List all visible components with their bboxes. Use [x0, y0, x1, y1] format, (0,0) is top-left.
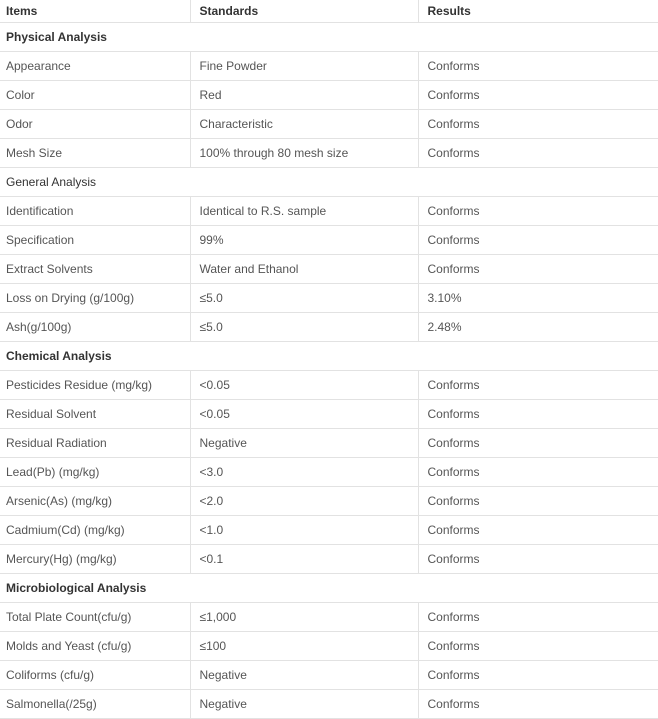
table-row: Loss on Drying (g/100g) ≤5.0 3.10%: [0, 283, 658, 313]
table-row: Total Plate Count(cfu/g) ≤1,000 Conforms: [0, 602, 658, 632]
standard-cell: 99%: [189, 225, 419, 255]
item-cell: Ash(g/100g): [0, 312, 191, 342]
table-row: Lead(Pb) (mg/kg) <3.0 Conforms: [0, 457, 658, 487]
item-cell: Mercury(Hg) (mg/kg): [0, 544, 191, 574]
table-row: Residual Radiation Negative Conforms: [0, 428, 658, 458]
header-items: Items: [0, 0, 191, 23]
item-cell: Extract Solvents: [0, 254, 191, 284]
result-cell: Conforms: [417, 109, 658, 139]
result-cell: Conforms: [417, 399, 658, 429]
standard-cell: Negative: [189, 689, 419, 719]
standard-cell: ≤5.0: [189, 283, 419, 313]
standard-cell: <0.1: [189, 544, 419, 574]
standard-cell: 100% through 80 mesh size: [189, 138, 419, 168]
result-cell: Conforms: [417, 370, 658, 400]
result-cell: Conforms: [417, 602, 658, 632]
item-cell: Residual Solvent: [0, 399, 191, 429]
item-cell: Appearance: [0, 51, 191, 81]
standard-cell: Negative: [189, 660, 419, 690]
table-row: Arsenic(As) (mg/kg) <2.0 Conforms: [0, 486, 658, 516]
table-row: Coliforms (cfu/g) Negative Conforms: [0, 660, 658, 690]
item-cell: Odor: [0, 109, 191, 139]
table-row: Color Red Conforms: [0, 80, 658, 110]
table-row: Molds and Yeast (cfu/g) ≤100 Conforms: [0, 631, 658, 661]
standard-cell: Characteristic: [189, 109, 419, 139]
table-header: Items Standards Results: [0, 0, 658, 23]
result-cell: Conforms: [417, 138, 658, 168]
section-title: General Analysis: [0, 167, 658, 197]
result-cell: Conforms: [417, 457, 658, 487]
standard-cell: <2.0: [189, 486, 419, 516]
item-cell: Arsenic(As) (mg/kg): [0, 486, 191, 516]
section-row-general-analysis: General Analysis: [0, 167, 658, 197]
standard-cell: <0.05: [189, 370, 419, 400]
standard-cell: <3.0: [189, 457, 419, 487]
section-title: Physical Analysis: [0, 22, 658, 52]
table-row: Extract Solvents Water and Ethanol Conform…: [0, 254, 658, 284]
item-cell: Color: [0, 80, 191, 110]
item-cell: Identification: [0, 196, 191, 226]
item-cell: Pesticides Residue (mg/kg): [0, 370, 191, 400]
section-row-chemical-analysis: Chemical Analysis: [0, 341, 658, 371]
standard-cell: Identical to R.S. sample: [189, 196, 419, 226]
result-cell: Conforms: [417, 689, 658, 719]
result-cell: Conforms: [417, 544, 658, 574]
result-cell: Conforms: [417, 428, 658, 458]
result-cell: Conforms: [417, 196, 658, 226]
standard-cell: ≤100: [189, 631, 419, 661]
result-cell: Conforms: [417, 51, 658, 81]
result-cell: Conforms: [417, 486, 658, 516]
table-row: Odor Characteristic Conforms: [0, 109, 658, 139]
item-cell: Specification: [0, 225, 191, 255]
item-cell: Salmonella(/25g): [0, 689, 191, 719]
table-row: Cadmium(Cd) (mg/kg) <1.0 Conforms: [0, 515, 658, 545]
result-cell: Conforms: [417, 515, 658, 545]
specification-table: Items Standards Results Physical Analysi…: [0, 0, 658, 719]
table-row: Appearance Fine Powder Conforms: [0, 51, 658, 81]
result-cell: Conforms: [417, 254, 658, 284]
result-cell: Conforms: [417, 660, 658, 690]
section-row-physical-analysis: Physical Analysis: [0, 22, 658, 52]
item-cell: Cadmium(Cd) (mg/kg): [0, 515, 191, 545]
header-standards: Standards: [189, 0, 419, 23]
item-cell: Molds and Yeast (cfu/g): [0, 631, 191, 661]
result-cell: Conforms: [417, 225, 658, 255]
standard-cell: Negative: [189, 428, 419, 458]
result-cell: 2.48%: [417, 312, 658, 342]
standard-cell: <0.05: [189, 399, 419, 429]
result-cell: 3.10%: [417, 283, 658, 313]
header-row: Items Standards Results: [0, 0, 658, 23]
standard-cell: ≤5.0: [189, 312, 419, 342]
item-cell: Loss on Drying (g/100g): [0, 283, 191, 313]
standard-cell: Red: [189, 80, 419, 110]
table-row: Ash(g/100g) ≤5.0 2.48%: [0, 312, 658, 342]
table-row: Specification 99% Conforms: [0, 225, 658, 255]
item-cell: Total Plate Count(cfu/g): [0, 602, 191, 632]
item-cell: Coliforms (cfu/g): [0, 660, 191, 690]
table-row: Salmonella(/25g) Negative Conforms: [0, 689, 658, 719]
section-title: Chemical Analysis: [0, 341, 658, 371]
table-body: Physical Analysis Appearance Fine Powder Co…: [0, 22, 658, 719]
standard-cell: Fine Powder: [189, 51, 419, 81]
table-row: Mesh Size 100% through 80 mesh size Confor…: [0, 138, 658, 168]
result-cell: Conforms: [417, 80, 658, 110]
section-row-microbiological-analysis: Microbiological Analysis: [0, 573, 658, 603]
item-cell: Residual Radiation: [0, 428, 191, 458]
table-row: Mercury(Hg) (mg/kg) <0.1 Conforms: [0, 544, 658, 574]
table-row: Residual Solvent <0.05 Conforms: [0, 399, 658, 429]
item-cell: Mesh Size: [0, 138, 191, 168]
standard-cell: ≤1,000: [189, 602, 419, 632]
section-title: Microbiological Analysis: [0, 573, 658, 603]
result-cell: Conforms: [417, 631, 658, 661]
table-row: Identification Identical to R.S. sample Co…: [0, 196, 658, 226]
table-row: Pesticides Residue (mg/kg) <0.05 Conforms: [0, 370, 658, 400]
item-cell: Lead(Pb) (mg/kg): [0, 457, 191, 487]
standard-cell: Water and Ethanol: [189, 254, 419, 284]
standard-cell: <1.0: [189, 515, 419, 545]
header-results: Results: [417, 0, 658, 23]
